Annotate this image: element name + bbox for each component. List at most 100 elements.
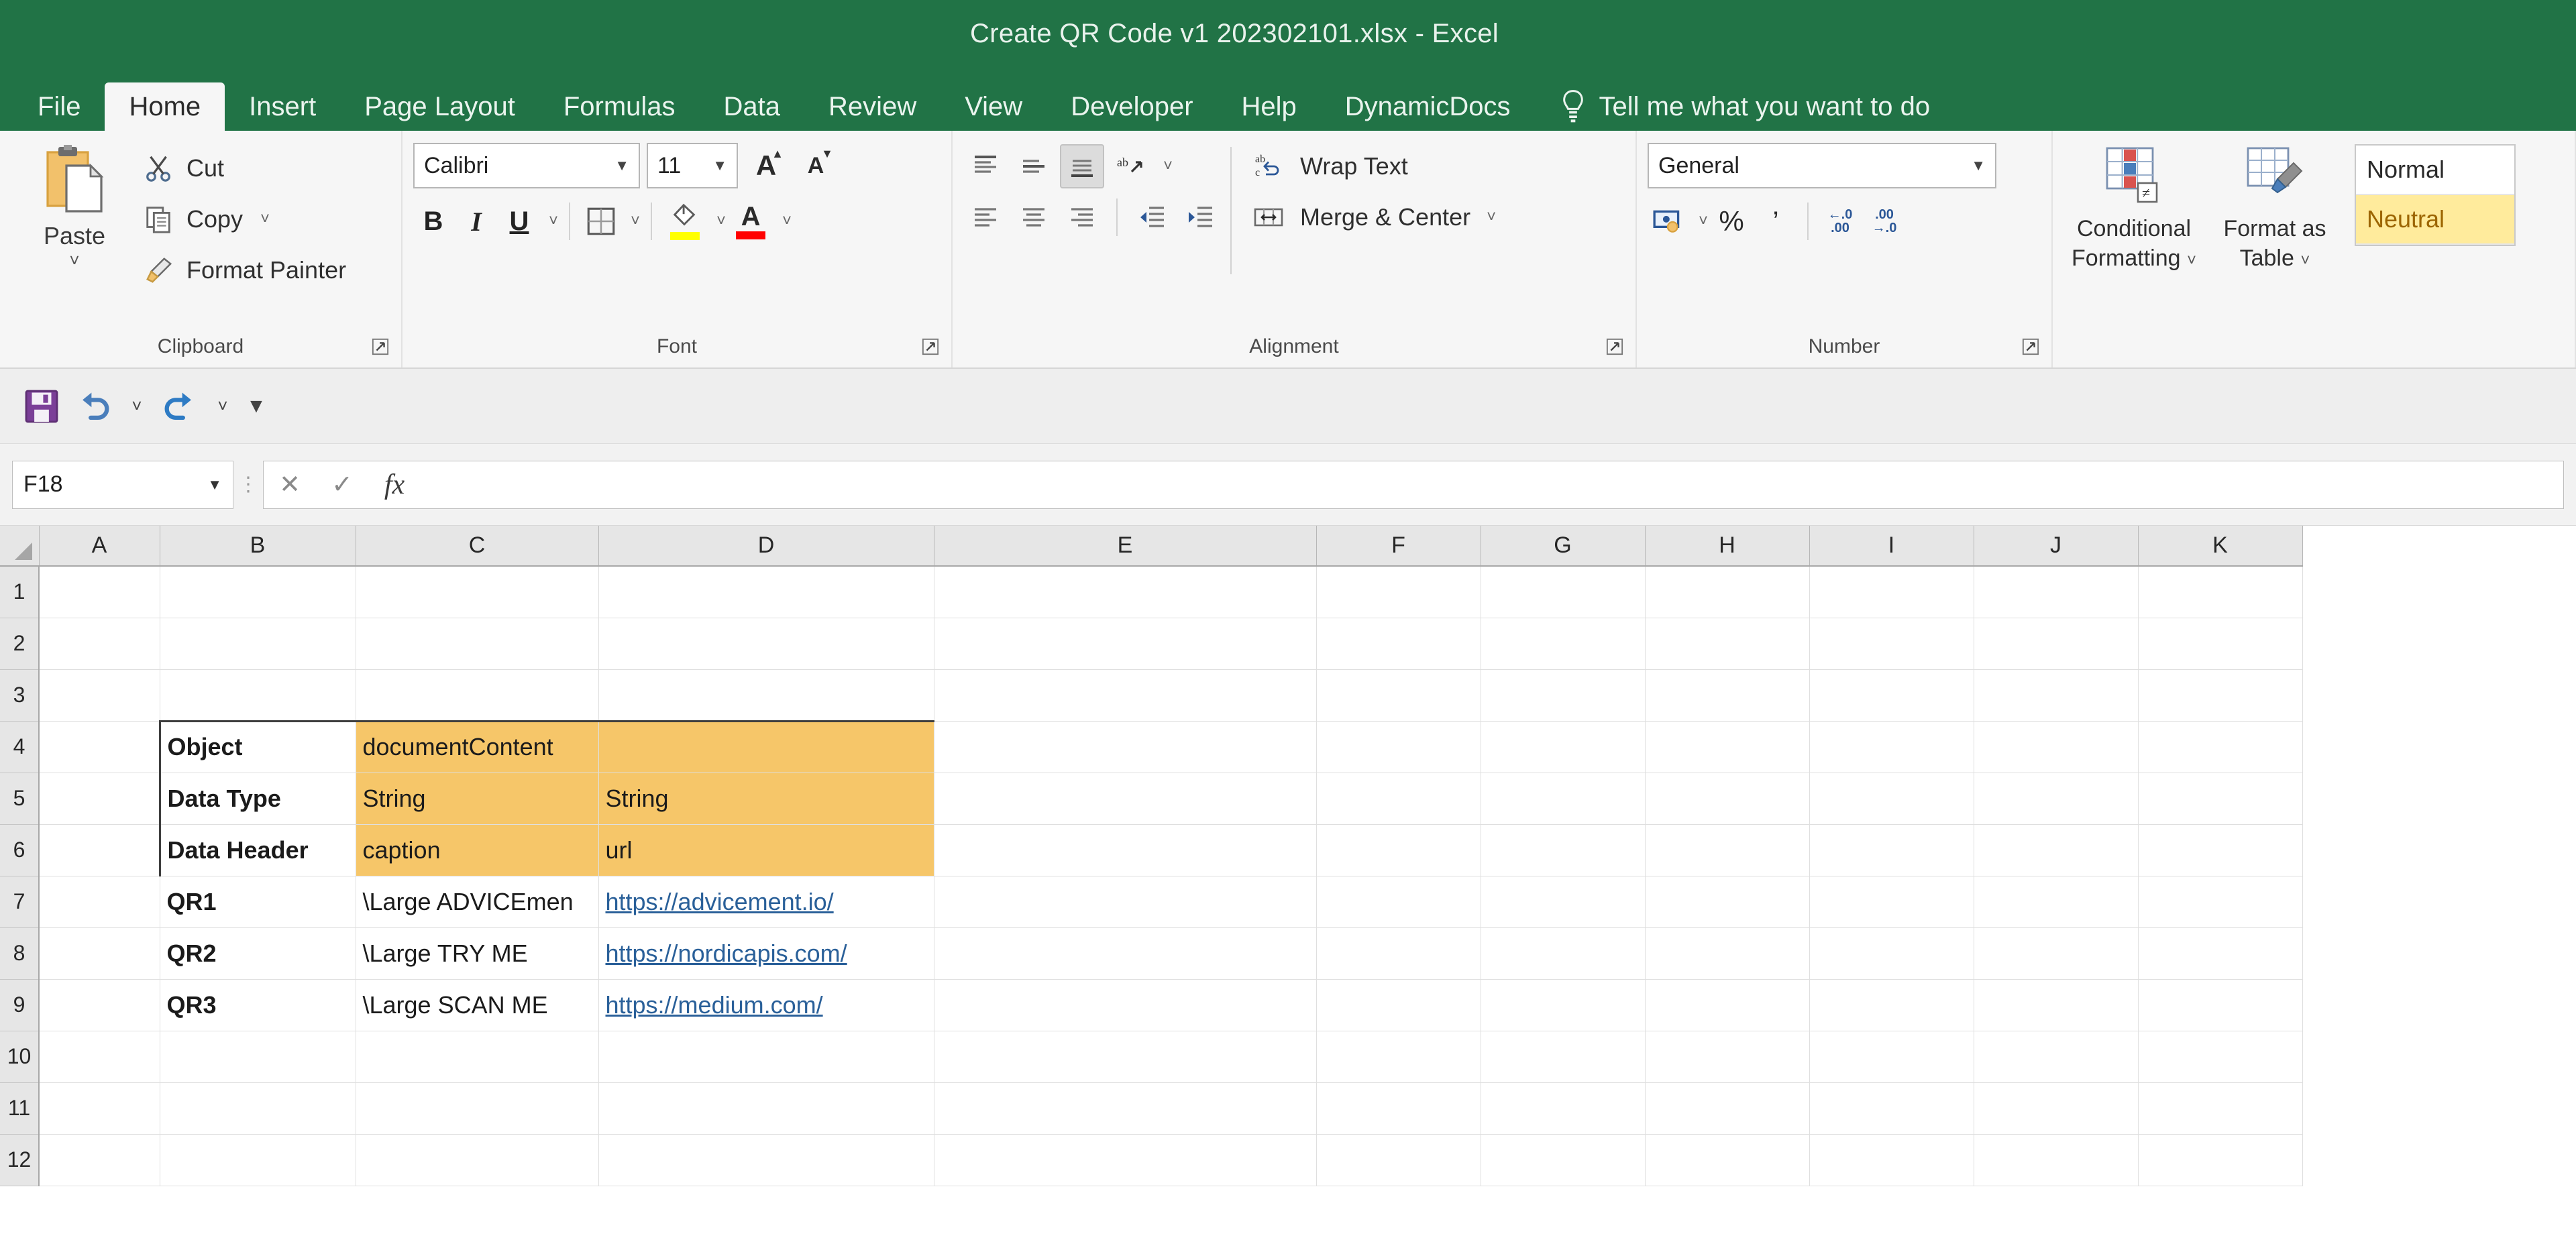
column-header-e[interactable]: E xyxy=(934,526,1317,567)
cell-a4[interactable] xyxy=(39,721,160,773)
cell-h7[interactable] xyxy=(1645,876,1810,928)
cell-h2[interactable] xyxy=(1645,618,1810,670)
cell-i11[interactable] xyxy=(1809,1082,1974,1135)
cell-c9[interactable]: \Large SCAN ME xyxy=(356,979,599,1031)
row-header-11[interactable]: 11 xyxy=(0,1082,40,1135)
worksheet-grid[interactable]: A B C D E F G H I J K 1 2 3 4 Object doc… xyxy=(0,526,2576,1237)
percent-style-button[interactable]: % xyxy=(1711,199,1752,243)
cell-f12[interactable] xyxy=(1316,1134,1481,1186)
cell-b10[interactable] xyxy=(160,1031,356,1083)
customize-quick-access-toolbar-icon[interactable]: ▼ xyxy=(241,382,271,431)
cell-f8[interactable] xyxy=(1316,927,1481,980)
wrap-text-button[interactable]: ab c Wrap Text xyxy=(1246,144,1496,188)
cell-h4[interactable] xyxy=(1645,721,1810,773)
cell-b8[interactable]: QR2 xyxy=(160,927,356,980)
cell-styles-gallery[interactable]: Normal Neutral xyxy=(2355,144,2516,246)
cell-e4[interactable] xyxy=(934,721,1317,773)
cell-i8[interactable] xyxy=(1809,927,1974,980)
cell-f5[interactable] xyxy=(1316,773,1481,825)
tab-formulas[interactable]: Formulas xyxy=(539,82,700,131)
column-header-d[interactable]: D xyxy=(598,526,934,567)
cell-e12[interactable] xyxy=(934,1134,1317,1186)
row-header-10[interactable]: 10 xyxy=(0,1031,40,1083)
cell-b12[interactable] xyxy=(160,1134,356,1186)
insert-function-icon[interactable]: fx xyxy=(368,461,421,508)
cell-k7[interactable] xyxy=(2138,876,2303,928)
redo-chevron-down-icon[interactable]: ˅ xyxy=(208,382,237,431)
row-header-8[interactable]: 8 xyxy=(0,927,40,980)
select-all-corner[interactable] xyxy=(0,526,40,567)
tab-view[interactable]: View xyxy=(941,82,1046,131)
cell-h11[interactable] xyxy=(1645,1082,1810,1135)
font-size-combo[interactable]: 11 ▼ xyxy=(647,143,738,188)
cell-h9[interactable] xyxy=(1645,979,1810,1031)
row-header-9[interactable]: 9 xyxy=(0,979,40,1031)
cell-a7[interactable] xyxy=(39,876,160,928)
cell-b9[interactable]: QR3 xyxy=(160,979,356,1031)
cell-g2[interactable] xyxy=(1481,618,1646,670)
cell-j4[interactable] xyxy=(1974,721,2139,773)
cell-i1[interactable] xyxy=(1809,566,1974,618)
cell-g11[interactable] xyxy=(1481,1082,1646,1135)
column-header-b[interactable]: B xyxy=(160,526,356,567)
cell-g6[interactable] xyxy=(1481,824,1646,876)
cell-j7[interactable] xyxy=(1974,876,2139,928)
cell-d9[interactable]: https://medium.com/ xyxy=(598,979,934,1031)
cell-e2[interactable] xyxy=(934,618,1317,670)
cell-i4[interactable] xyxy=(1809,721,1974,773)
cell-j2[interactable] xyxy=(1974,618,2139,670)
align-bottom-button[interactable] xyxy=(1060,144,1104,188)
cell-e9[interactable] xyxy=(934,979,1317,1031)
row-header-12[interactable]: 12 xyxy=(0,1134,40,1186)
format-as-table-button[interactable]: Format as Table ˅ xyxy=(2204,144,2345,276)
cell-d8[interactable]: https://nordicapis.com/ xyxy=(598,927,934,980)
underline-button[interactable]: U xyxy=(499,199,539,243)
cell-k4[interactable] xyxy=(2138,721,2303,773)
tab-help[interactable]: Help xyxy=(1218,82,1321,131)
cell-i3[interactable] xyxy=(1809,669,1974,722)
cell-k11[interactable] xyxy=(2138,1082,2303,1135)
align-top-button[interactable] xyxy=(963,144,1008,188)
orientation-button[interactable]: ab xyxy=(1108,144,1152,188)
orientation-chevron-down-icon[interactable]: ˅ xyxy=(1163,157,1173,176)
borders-chevron-down-icon[interactable]: ˅ xyxy=(631,212,640,231)
cell-d12[interactable] xyxy=(598,1134,934,1186)
column-header-i[interactable]: I xyxy=(1809,526,1974,567)
cell-f11[interactable] xyxy=(1316,1082,1481,1135)
cell-k3[interactable] xyxy=(2138,669,2303,722)
cell-g5[interactable] xyxy=(1481,773,1646,825)
cell-style-normal[interactable]: Normal xyxy=(2356,146,2514,195)
cell-e1[interactable] xyxy=(934,566,1317,618)
cell-a11[interactable] xyxy=(39,1082,160,1135)
cell-f6[interactable] xyxy=(1316,824,1481,876)
cell-a2[interactable] xyxy=(39,618,160,670)
row-header-4[interactable]: 4 xyxy=(0,721,40,773)
cell-j12[interactable] xyxy=(1974,1134,2139,1186)
cell-g7[interactable] xyxy=(1481,876,1646,928)
cell-b6[interactable]: Data Header xyxy=(158,824,356,876)
tab-review[interactable]: Review xyxy=(804,82,941,131)
column-header-c[interactable]: C xyxy=(356,526,599,567)
undo-icon[interactable] xyxy=(70,382,118,431)
underline-chevron-down-icon[interactable]: ˅ xyxy=(549,212,558,231)
cell-f1[interactable] xyxy=(1316,566,1481,618)
tab-developer[interactable]: Developer xyxy=(1046,82,1217,131)
cell-b1[interactable] xyxy=(160,566,356,618)
cell-h12[interactable] xyxy=(1645,1134,1810,1186)
cell-c6[interactable]: caption xyxy=(356,824,599,876)
cell-g10[interactable] xyxy=(1481,1031,1646,1083)
tab-insert[interactable]: Insert xyxy=(225,82,340,131)
cell-i9[interactable] xyxy=(1809,979,1974,1031)
row-header-5[interactable]: 5 xyxy=(0,773,40,825)
row-header-2[interactable]: 2 xyxy=(0,618,40,670)
cell-g9[interactable] xyxy=(1481,979,1646,1031)
cell-k1[interactable] xyxy=(2138,566,2303,618)
number-format-combo[interactable]: General ▼ xyxy=(1648,143,1996,188)
cell-e10[interactable] xyxy=(934,1031,1317,1083)
clipboard-dialog-launcher-icon[interactable] xyxy=(372,338,389,355)
chevron-down-icon[interactable]: ˅ xyxy=(2300,251,2310,270)
merge-center-chevron-down-icon[interactable]: ˅ xyxy=(1487,208,1496,227)
cell-c4[interactable]: documentContent xyxy=(356,720,599,773)
cell-c7[interactable]: \Large ADVICEmen xyxy=(356,876,599,928)
cell-f2[interactable] xyxy=(1316,618,1481,670)
